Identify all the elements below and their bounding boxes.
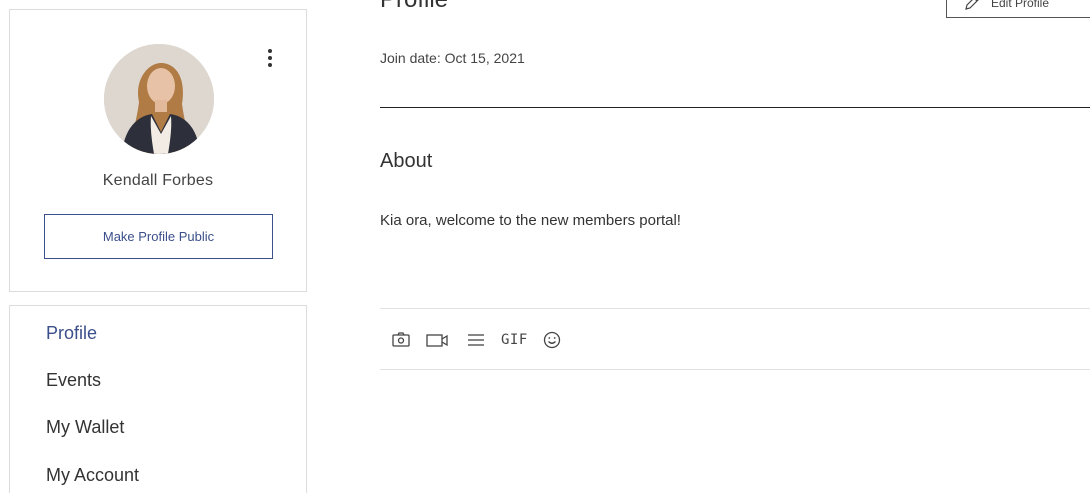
nav-item-events[interactable]: Events: [46, 370, 101, 391]
composer-toolbar: GIF: [391, 327, 562, 353]
composer-bottom-divider: [380, 369, 1090, 370]
about-text: Kia ora, welcome to the new members port…: [380, 212, 681, 229]
add-gif-button[interactable]: GIF: [501, 327, 528, 353]
gif-icon: GIF: [501, 332, 528, 348]
join-date: Join date: Oct 15, 2021: [380, 50, 525, 66]
about-heading: About: [380, 150, 433, 172]
camera-icon: [392, 332, 410, 347]
edit-profile-label: Edit Profile: [991, 0, 1050, 10]
add-divider-button[interactable]: [465, 327, 487, 353]
member-profile-page: Kendall Forbes Make Profile Public Profi…: [0, 0, 1090, 493]
add-photo-button[interactable]: [391, 327, 411, 353]
member-name: Kendall Forbes: [102, 172, 214, 189]
nav-item-my-account[interactable]: My Account: [46, 465, 139, 486]
make-profile-public-button[interactable]: Make Profile Public: [44, 214, 273, 259]
section-divider: [380, 107, 1090, 108]
avatar-photo: [104, 44, 214, 154]
avatar: [104, 44, 214, 154]
page-title: Profile: [380, 0, 448, 14]
vertical-ellipsis-icon: [268, 49, 272, 53]
add-video-button[interactable]: [425, 327, 451, 353]
edit-profile-button[interactable]: Edit Profile: [946, 0, 1090, 18]
pencil-icon: [965, 0, 979, 10]
nav-item-my-wallet[interactable]: My Wallet: [46, 417, 124, 438]
emoji-icon: [543, 331, 560, 349]
video-icon: [426, 334, 448, 347]
profile-card: Kendall Forbes Make Profile Public: [9, 9, 307, 292]
nav-item-profile[interactable]: Profile: [46, 323, 97, 344]
composer-top-divider: [380, 308, 1090, 309]
more-actions-button[interactable]: [260, 44, 280, 72]
add-emoji-button[interactable]: [542, 327, 562, 353]
member-nav: Profile Events My Wallet My Account: [9, 305, 307, 493]
divider-icon: [468, 334, 484, 346]
